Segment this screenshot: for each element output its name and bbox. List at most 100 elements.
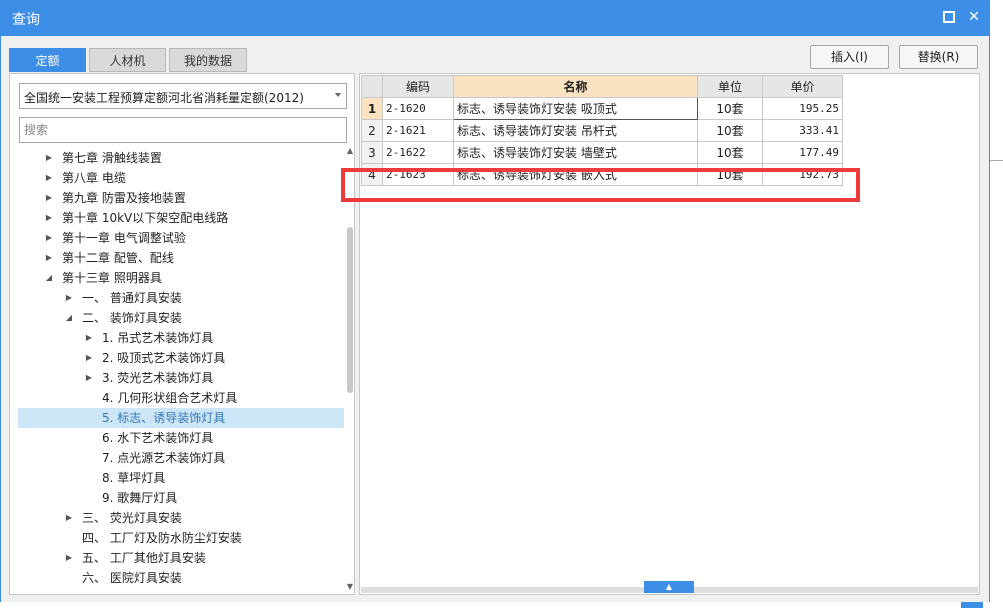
expanded-arrow-icon[interactable]: ◢ <box>64 308 74 328</box>
insert-button[interactable]: 插入(I) <box>810 45 889 69</box>
tree-item[interactable]: 六、 医院灯具安装 <box>18 568 344 588</box>
collapsed-arrow-icon[interactable]: ▶ <box>84 348 94 368</box>
tree-item-label: 9. 歌舞厅灯具 <box>102 491 178 505</box>
tree-item[interactable]: ▶ 1. 吊式艺术装饰灯具 <box>18 328 344 348</box>
maximize-button[interactable] <box>940 8 958 26</box>
tree-item[interactable]: ▶ 2. 吸顶式艺术装饰灯具 <box>18 348 344 368</box>
collapsed-arrow-icon[interactable]: ▶ <box>44 188 54 208</box>
tree-item[interactable]: 9. 歌舞厅灯具 <box>18 488 344 508</box>
collapsed-arrow-icon[interactable]: ▶ <box>44 228 54 248</box>
tree-item-label: 7. 点光源艺术装饰灯具 <box>102 451 226 465</box>
column-header-name[interactable]: 名称 <box>453 75 698 98</box>
tree-item-label: 6. 水下艺术装饰灯具 <box>102 431 214 445</box>
tree-item[interactable]: 8. 草坪灯具 <box>18 468 344 488</box>
tree-item-label: 四、 工厂灯及防水防尘灯安装 <box>82 531 242 545</box>
tree-panel: 全国统一安装工程预算定额河北省消耗量定额(2012) ▶ 第七章 滑触线装置 ▶ 第八… <box>9 73 355 595</box>
tree-item[interactable]: 6. 水下艺术装饰灯具 <box>18 428 344 448</box>
tree-item[interactable]: 7. 点光源艺术装饰灯具 <box>18 448 344 468</box>
tree-item-label: 第九章 防雷及接地装置 <box>62 191 186 205</box>
scroll-down-icon[interactable]: ▼ <box>345 582 355 592</box>
cell-code[interactable]: 2-1620 <box>382 97 454 120</box>
row-index[interactable]: 3 <box>361 141 383 164</box>
expanded-arrow-icon[interactable]: ◢ <box>44 268 54 288</box>
cell-price[interactable]: 195.25 <box>762 97 843 120</box>
tree-item[interactable]: ▶ 第十章 10kV以下架空配电线路 <box>18 208 344 228</box>
tree-item-label: 第八章 电缆 <box>62 171 126 185</box>
window-title: 查询 <box>12 12 40 28</box>
table-row[interactable]: 1 2-1620 标志、诱导装饰灯安装 吸顶式 10套 195.25 <box>361 97 843 120</box>
tree-item-label: 8. 草坪灯具 <box>102 471 166 485</box>
tree-item[interactable]: ▶ 五、 工厂其他灯具安装 <box>18 548 344 568</box>
collapsed-arrow-icon[interactable]: ▶ <box>84 368 94 388</box>
collapsed-arrow-icon[interactable]: ▶ <box>44 208 54 228</box>
tab-labor-material-machine[interactable]: 人材机 <box>89 48 166 72</box>
close-icon: ✕ <box>968 9 980 25</box>
tree-item[interactable]: 四、 工厂灯及防水防尘灯安装 <box>18 528 344 548</box>
tree-item[interactable]: ▶ 第七章 滑触线装置 <box>18 148 344 168</box>
highlight-annotation-box <box>341 168 860 202</box>
chevron-down-icon[interactable] <box>335 93 341 97</box>
tab-my-data[interactable]: 我的数据 <box>169 48 247 72</box>
tree-item[interactable]: ▶ 第十一章 电气调整试验 <box>18 228 344 248</box>
tree-item[interactable]: ▶ 第八章 电缆 <box>18 168 344 188</box>
collapsed-arrow-icon[interactable]: ▶ <box>84 328 94 348</box>
collapsed-arrow-icon[interactable]: ▶ <box>44 248 54 268</box>
chapter-tree: ▶ 第七章 滑触线装置 ▶ 第八章 电缆 ▶ 第九章 防雷及接地装置 ▶ 第十章 10kV以下… <box>18 146 344 592</box>
row-index[interactable]: 1 <box>361 97 383 120</box>
scroll-thumb[interactable] <box>347 227 353 393</box>
tree-item-label: 第十章 10kV以下架空配电线路 <box>62 211 229 225</box>
tree-item-label: 一、 普通灯具安装 <box>82 291 182 305</box>
tree-item[interactable]: ▶ 3. 荧光艺术装饰灯具 <box>18 368 344 388</box>
tree-item[interactable]: ▶ 一、 普通灯具安装 <box>18 288 344 308</box>
row-index[interactable]: 2 <box>361 119 383 142</box>
tree-item-label: 3. 荧光艺术装饰灯具 <box>102 371 214 385</box>
cell-name[interactable]: 标志、诱导装饰灯安装 吊杆式 <box>453 119 698 142</box>
column-header-price[interactable]: 单价 <box>762 75 843 98</box>
background-window-edge <box>990 36 1003 611</box>
scroll-up-icon[interactable]: ▲ <box>345 146 355 156</box>
cell-code[interactable]: 2-1622 <box>382 141 454 164</box>
cell-name[interactable]: 标志、诱导装饰灯安装 吸顶式 <box>453 97 698 120</box>
tree-item-label: 五、 工厂其他灯具安装 <box>82 551 206 565</box>
quota-grid-panel: 编码 名称 单位 单价 1 2-1620 标志、诱导装饰灯安装 吸顶式 10套 195.… <box>359 73 980 595</box>
cell-price[interactable]: 177.49 <box>762 141 843 164</box>
collapse-grip-icon[interactable]: ▲ <box>644 581 694 593</box>
table-row[interactable]: 3 2-1622 标志、诱导装饰灯安装 墙壁式 10套 177.49 <box>361 141 843 164</box>
tree-item[interactable]: ▶ 第十二章 配管、配线 <box>18 248 344 268</box>
tree-item-label: 二、 装饰灯具安装 <box>82 311 182 325</box>
tree-scrollbar[interactable]: ▲ ▼ <box>345 146 355 592</box>
tree-item[interactable]: 4. 几何形状组合艺术灯具 <box>18 388 344 408</box>
tree-item-label: 5. 标志、诱导装饰灯具 <box>102 411 226 425</box>
tree-item[interactable]: ▶ 三、 荧光灯具安装 <box>18 508 344 528</box>
collapsed-arrow-icon[interactable]: ▶ <box>44 168 54 188</box>
tree-item[interactable]: ◢ 二、 装饰灯具安装 <box>18 308 344 328</box>
collapsed-arrow-icon[interactable]: ▶ <box>64 508 74 528</box>
tree-item[interactable]: ◢ 第十三章 照明器具 <box>18 268 344 288</box>
collapsed-arrow-icon[interactable]: ▶ <box>64 288 74 308</box>
column-header-code[interactable]: 编码 <box>382 75 454 98</box>
cell-code[interactable]: 2-1621 <box>382 119 454 142</box>
maximize-icon <box>943 11 955 23</box>
close-button[interactable]: ✕ <box>965 8 983 26</box>
tree-item-label: 六、 医院灯具安装 <box>82 571 182 585</box>
column-header-unit[interactable]: 单位 <box>697 75 763 98</box>
collapsed-arrow-icon[interactable]: ▶ <box>64 548 74 568</box>
cell-unit[interactable]: 10套 <box>697 141 763 164</box>
tree-item-label: 4. 几何形状组合艺术灯具 <box>102 391 238 405</box>
background-window-bottom <box>0 602 990 611</box>
tree-item[interactable]: ▶ 第九章 防雷及接地装置 <box>18 188 344 208</box>
cell-unit[interactable]: 10套 <box>697 97 763 120</box>
cell-name[interactable]: 标志、诱导装饰灯安装 墙壁式 <box>453 141 698 164</box>
quota-library-select[interactable]: 全国统一安装工程预算定额河北省消耗量定额(2012) <box>19 83 347 109</box>
tab-quota[interactable]: 定额 <box>9 48 86 72</box>
tree-item-label: 1. 吊式艺术装饰灯具 <box>102 331 214 345</box>
tree-item-label: 三、 荧光灯具安装 <box>82 511 182 525</box>
tree-item[interactable]: 5. 标志、诱导装饰灯具 <box>18 408 344 428</box>
cell-unit[interactable]: 10套 <box>697 119 763 142</box>
table-row[interactable]: 2 2-1621 标志、诱导装饰灯安装 吊杆式 10套 333.41 <box>361 119 843 142</box>
cell-price[interactable]: 333.41 <box>762 119 843 142</box>
replace-button[interactable]: 替换(R) <box>899 45 978 69</box>
search-input[interactable] <box>19 117 347 143</box>
collapsed-arrow-icon[interactable]: ▶ <box>44 148 54 168</box>
quota-library-value: 全国统一安装工程预算定额河北省消耗量定额(2012) <box>24 91 304 105</box>
